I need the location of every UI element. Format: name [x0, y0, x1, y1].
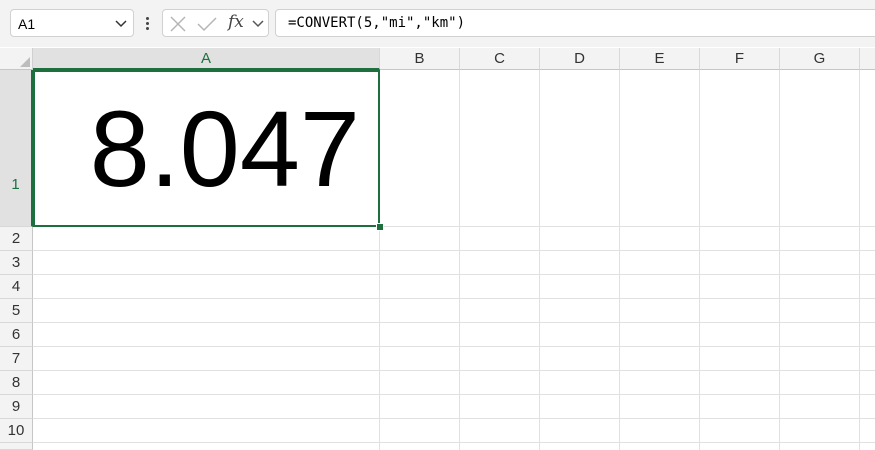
formula-buttons: fx	[162, 9, 269, 37]
gridline	[33, 442, 875, 443]
gridline	[459, 70, 460, 450]
row-header-4[interactable]: 4	[0, 275, 33, 299]
formula-bar: A1 fx =CONVERT(5,"mi","km")	[0, 0, 875, 47]
row-header-7[interactable]: 7	[0, 347, 33, 371]
chevron-down-icon[interactable]	[252, 18, 264, 28]
fill-handle[interactable]	[376, 223, 384, 231]
gridline	[619, 70, 620, 450]
gridline	[699, 70, 700, 450]
column-header-partial[interactable]	[860, 48, 875, 70]
column-header-c[interactable]: C	[460, 48, 540, 70]
gridline	[33, 370, 875, 371]
row-header-3[interactable]: 3	[0, 251, 33, 275]
row-header-10[interactable]: 10	[0, 419, 33, 443]
row-header-5[interactable]: 5	[0, 299, 33, 323]
column-header-f[interactable]: F	[700, 48, 780, 70]
gridline	[33, 274, 875, 275]
name-box[interactable]: A1	[10, 9, 134, 37]
column-header-a[interactable]: A	[33, 48, 380, 70]
row-header-2[interactable]: 2	[0, 227, 33, 251]
formula-input[interactable]: =CONVERT(5,"mi","km")	[275, 9, 875, 37]
row-header-8[interactable]: 8	[0, 371, 33, 395]
gridline	[33, 322, 875, 323]
column-header-g[interactable]: G	[780, 48, 860, 70]
gridline	[33, 346, 875, 347]
row-header-1[interactable]: 1	[0, 70, 33, 227]
row-header-partial[interactable]	[0, 443, 33, 450]
formula-text: =CONVERT(5,"mi","km")	[288, 15, 466, 31]
enter-icon[interactable]	[197, 16, 217, 32]
gridline	[33, 418, 875, 419]
column-header-b[interactable]: B	[380, 48, 460, 70]
select-all-button[interactable]	[0, 48, 33, 70]
name-box-value: A1	[18, 16, 36, 32]
gridline	[779, 70, 780, 450]
row-header-9[interactable]: 9	[0, 395, 33, 419]
gridline	[859, 70, 860, 450]
more-options-icon[interactable]	[146, 17, 149, 31]
column-header-d[interactable]: D	[540, 48, 620, 70]
cancel-icon[interactable]	[170, 16, 186, 32]
gridline	[33, 250, 875, 251]
column-header-e[interactable]: E	[620, 48, 700, 70]
gridline	[539, 70, 540, 450]
gridline	[33, 394, 875, 395]
gridline	[33, 298, 875, 299]
cell-a1-value: 8.047	[89, 88, 360, 209]
row-header-6[interactable]: 6	[0, 323, 33, 347]
chevron-down-icon[interactable]	[115, 18, 127, 28]
insert-function-icon[interactable]: fx	[228, 12, 244, 32]
cell-a1[interactable]: 8.047	[33, 70, 380, 227]
